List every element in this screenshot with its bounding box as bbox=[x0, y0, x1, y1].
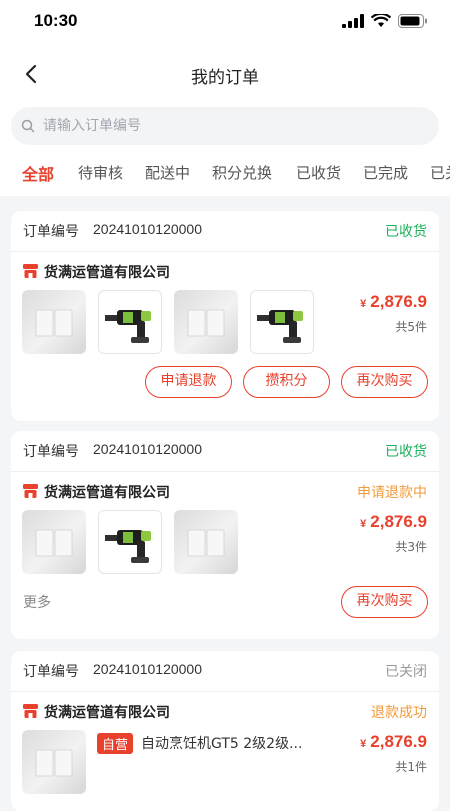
hammer-drill-image bbox=[257, 310, 303, 343]
tab-delivering[interactable]: 配送中 bbox=[145, 162, 190, 183]
light-switch-image bbox=[35, 749, 73, 777]
currency-symbol: ¥ bbox=[360, 518, 367, 530]
tab-points-exchange[interactable]: 积分兑换 bbox=[212, 162, 272, 183]
tab-received[interactable]: 已收货 bbox=[296, 162, 341, 183]
item-count: 共1件 bbox=[395, 760, 427, 774]
order-card[interactable]: 订单编号 20241010120000 已关闭 货满运管道有限公司 退款成功 自… bbox=[11, 651, 439, 811]
buy-again-button[interactable]: 再次购买 bbox=[341, 586, 428, 618]
order-card[interactable]: 订单编号 20241010120000 已收货 货满运管道有限公司 ¥ 2,87… bbox=[11, 211, 439, 421]
shop-icon bbox=[23, 264, 38, 278]
self-operated-tag: 自营 bbox=[97, 733, 134, 754]
product-thumbnail-drill[interactable] bbox=[98, 290, 162, 354]
hammer-drill-image bbox=[105, 310, 151, 343]
after-sale-status: 退款成功 bbox=[371, 705, 427, 721]
shop-icon bbox=[23, 484, 38, 498]
search-icon bbox=[21, 119, 35, 133]
order-actions: 申请退款 攒积分 再次购买 bbox=[11, 358, 439, 412]
light-switch-image bbox=[187, 309, 225, 337]
currency-symbol: ¥ bbox=[360, 738, 367, 750]
goods-row[interactable]: 自营 自动烹饪机GT5 2级2级... ¥2,876.9 共1件 bbox=[11, 728, 439, 798]
order-header: 订单编号 20241010120000 已关闭 bbox=[11, 651, 439, 692]
order-status: 已关闭 bbox=[385, 664, 427, 680]
light-switch-image bbox=[187, 529, 225, 557]
price-value: 2,876.9 bbox=[370, 512, 427, 531]
order-tabs: 全部 待审核 配送中 积分兑换 已收货 已完成 已关 bbox=[0, 150, 450, 196]
order-card[interactable]: 订单编号 20241010120000 已收货 货满运管道有限公司 申请退款中 bbox=[11, 431, 439, 639]
product-thumbnail-drill[interactable] bbox=[98, 510, 162, 574]
product-thumbnail-drill[interactable] bbox=[250, 290, 314, 354]
order-number: 20241010120000 bbox=[93, 221, 203, 237]
light-switch-image bbox=[35, 529, 73, 557]
wifi-icon bbox=[371, 14, 391, 27]
product-thumbnail-switch[interactable] bbox=[174, 510, 238, 574]
order-price: ¥2,876.9 bbox=[360, 512, 427, 532]
hammer-drill-image bbox=[105, 530, 151, 563]
search-bar bbox=[0, 104, 450, 150]
status-time: 10:30 bbox=[34, 11, 78, 30]
order-number-label: 订单编号 bbox=[23, 444, 79, 460]
shop-row: 货满运管道有限公司 bbox=[11, 252, 439, 288]
nav-bar: 我的订单 bbox=[0, 44, 450, 104]
search-input[interactable] bbox=[41, 117, 425, 135]
page-title: 我的订单 bbox=[191, 68, 259, 88]
item-count: 共3件 bbox=[395, 540, 427, 554]
order-price: ¥2,876.9 bbox=[360, 292, 427, 312]
status-icons bbox=[342, 14, 428, 28]
order-number-label: 订单编号 bbox=[23, 664, 79, 680]
shop-row: 货满运管道有限公司 退款成功 bbox=[11, 692, 439, 728]
order-header: 订单编号 20241010120000 已收货 bbox=[11, 211, 439, 252]
after-sale-status: 申请退款中 bbox=[357, 485, 427, 501]
goods-row[interactable]: ¥2,876.9 共5件 bbox=[11, 288, 439, 358]
product-thumbnail-switch[interactable] bbox=[174, 290, 238, 354]
battery-icon bbox=[398, 14, 427, 28]
status-bar: 10:30 bbox=[0, 0, 450, 44]
order-status: 已收货 bbox=[385, 224, 427, 240]
order-price: ¥2,876.9 bbox=[360, 732, 427, 752]
shop-icon bbox=[23, 704, 38, 718]
product-thumbnail-switch[interactable] bbox=[22, 510, 86, 574]
shop-row: 货满运管道有限公司 申请退款中 bbox=[11, 472, 439, 508]
request-refund-button[interactable]: 申请退款 bbox=[145, 366, 232, 398]
order-header: 订单编号 20241010120000 已收货 bbox=[11, 431, 439, 472]
order-number: 20241010120000 bbox=[93, 661, 203, 677]
currency-symbol: ¥ bbox=[360, 298, 367, 310]
product-name[interactable]: 自动烹饪机GT5 2级2级... bbox=[141, 733, 302, 753]
light-switch-image bbox=[35, 309, 73, 337]
tab-completed[interactable]: 已完成 bbox=[363, 162, 408, 183]
buy-again-button[interactable]: 再次购买 bbox=[341, 366, 428, 398]
order-number-label: 订单编号 bbox=[23, 224, 79, 240]
signal-icon bbox=[342, 14, 364, 28]
item-count: 共5件 bbox=[395, 320, 427, 334]
order-number: 20241010120000 bbox=[93, 441, 203, 457]
shop-name: 货满运管道有限公司 bbox=[44, 485, 170, 501]
more-link[interactable]: 更多 bbox=[23, 592, 51, 612]
search-box[interactable] bbox=[11, 107, 439, 145]
order-actions: 更多 再次购买 bbox=[11, 578, 439, 632]
price-value: 2,876.9 bbox=[370, 732, 427, 751]
tab-closed[interactable]: 已关 bbox=[430, 162, 450, 183]
order-status: 已收货 bbox=[385, 444, 427, 460]
tab-pending-review[interactable]: 待审核 bbox=[78, 162, 123, 183]
price-value: 2,876.9 bbox=[370, 292, 427, 311]
product-thumbnail-switch[interactable] bbox=[22, 290, 86, 354]
tab-all[interactable]: 全部 bbox=[22, 161, 54, 185]
shop-name: 货满运管道有限公司 bbox=[44, 265, 170, 281]
shop-name: 货满运管道有限公司 bbox=[44, 705, 170, 721]
product-thumbnail-switch[interactable] bbox=[22, 730, 86, 794]
goods-row[interactable]: ¥2,876.9 共3件 bbox=[11, 508, 439, 578]
earn-points-button[interactable]: 攒积分 bbox=[243, 366, 330, 398]
